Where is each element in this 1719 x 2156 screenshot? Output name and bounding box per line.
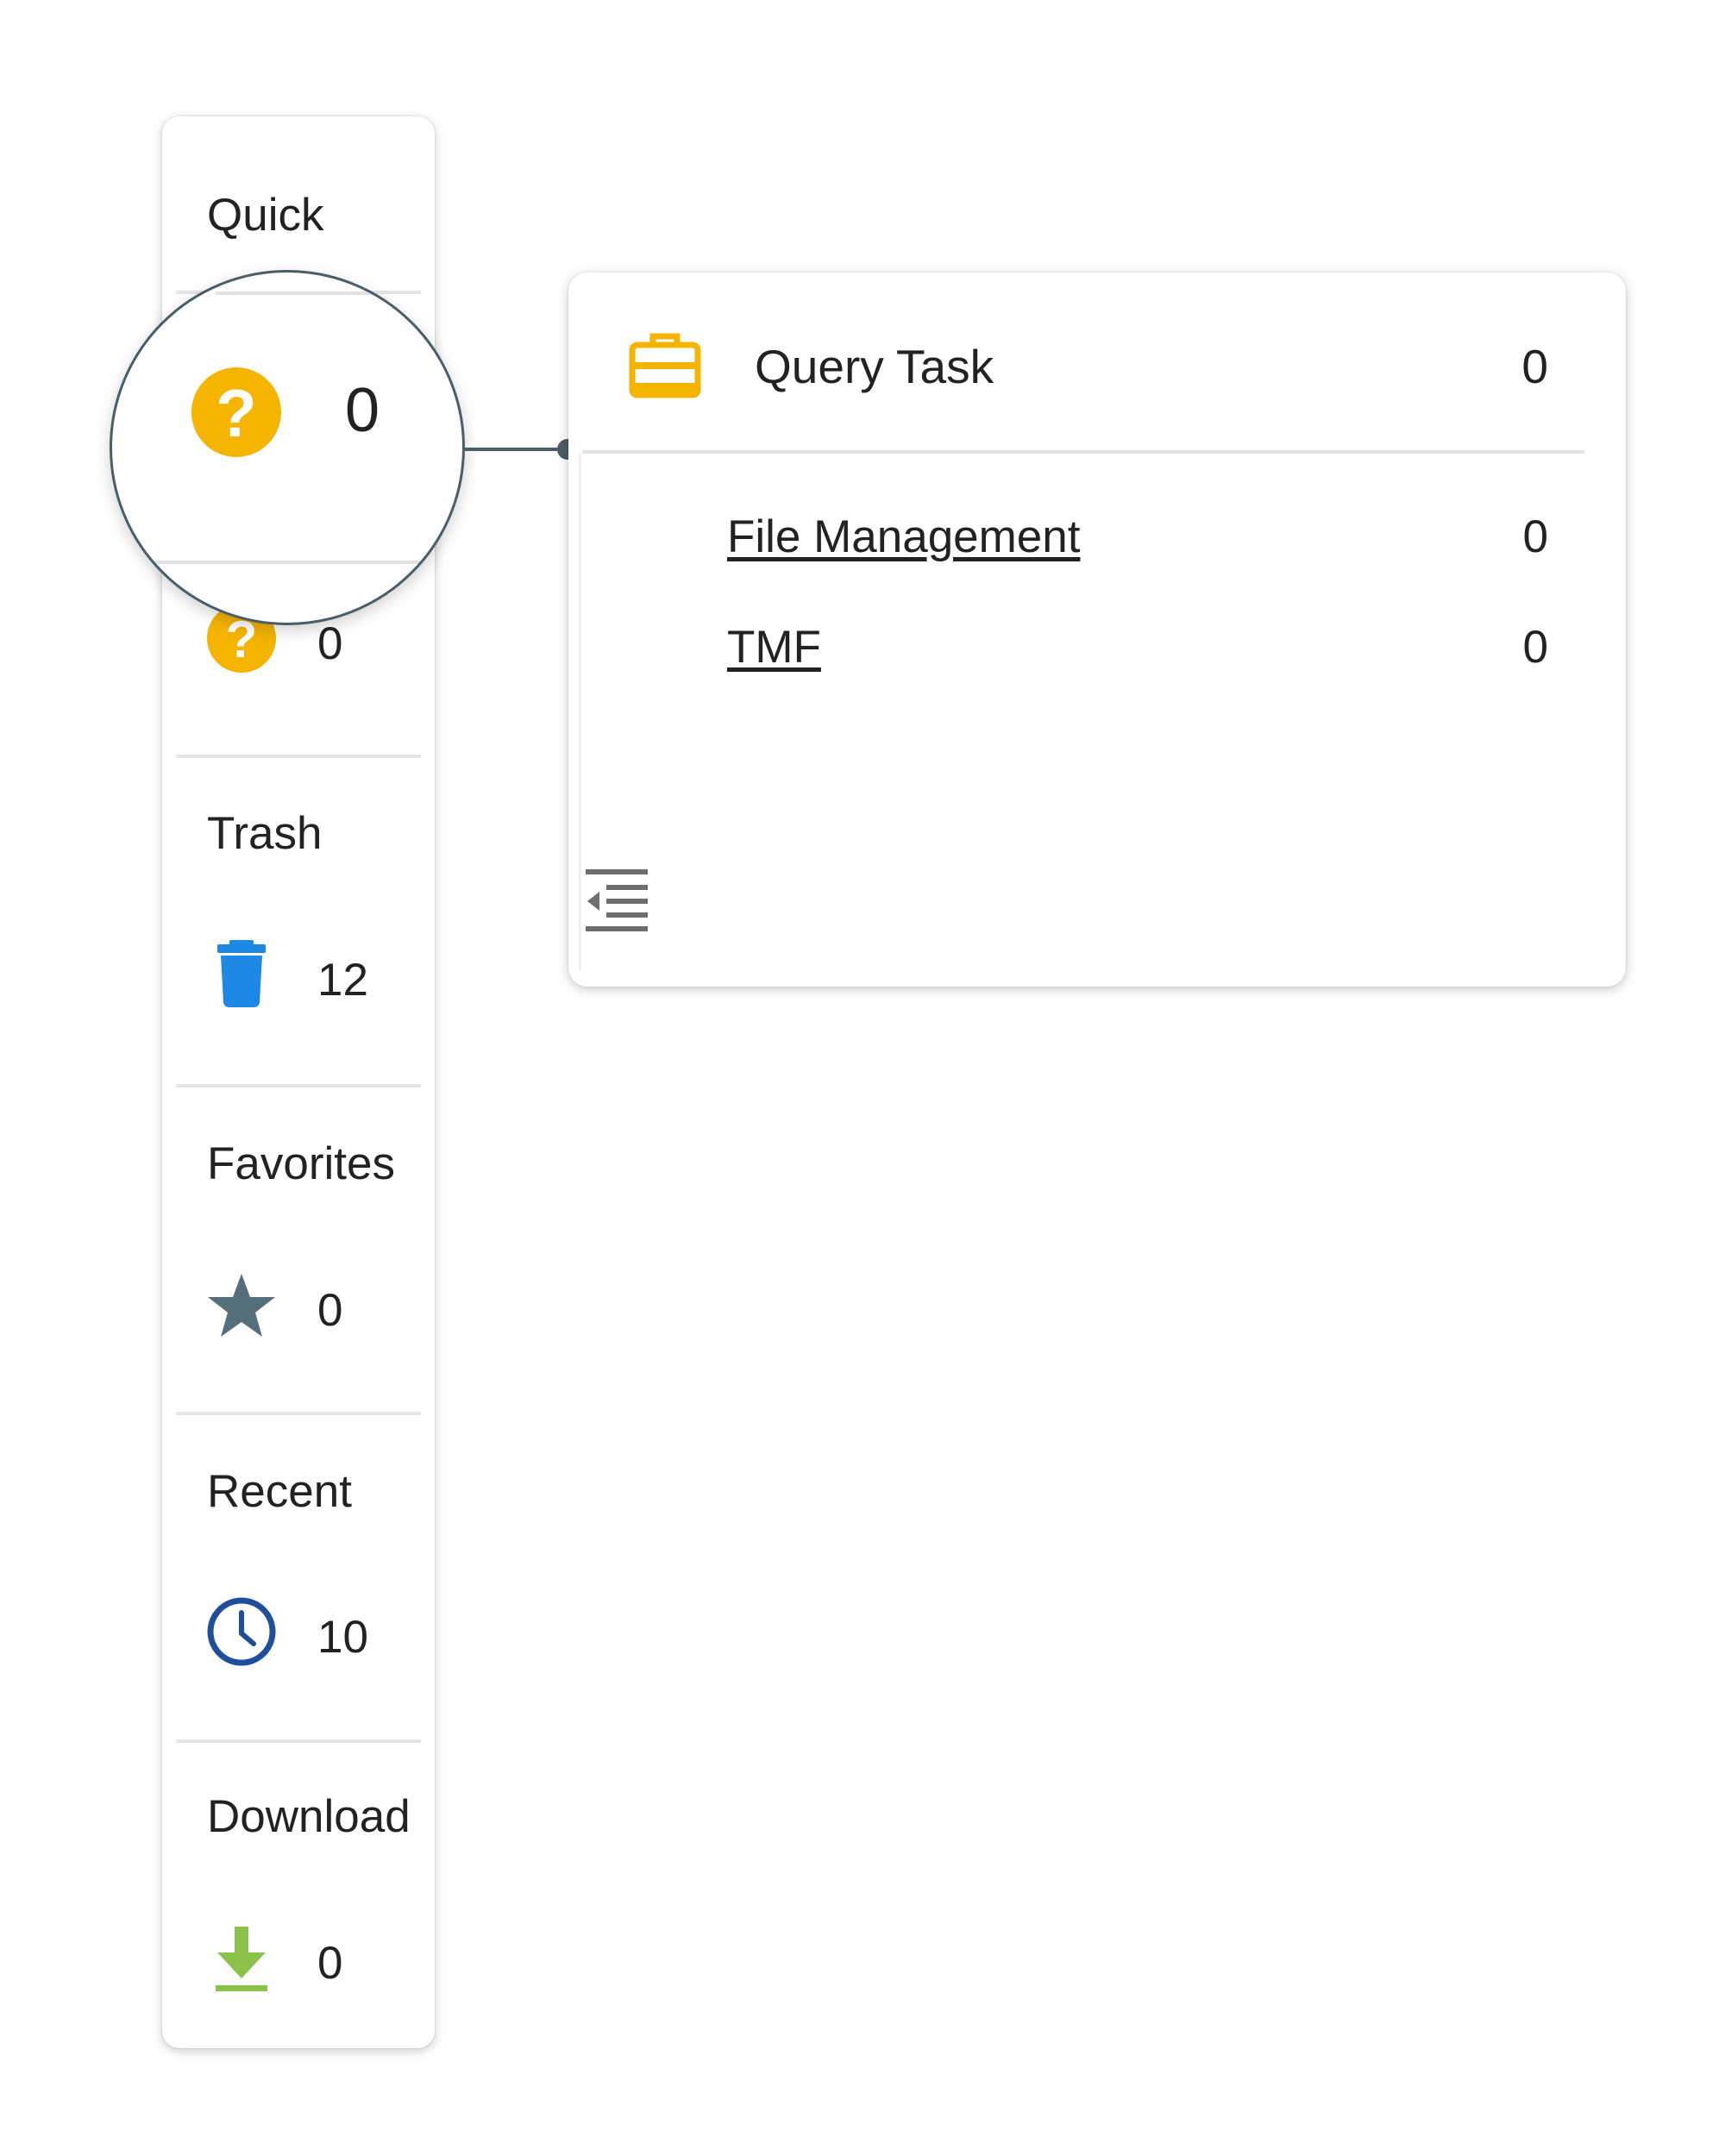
link-file-management[interactable]: File Management <box>727 514 1080 560</box>
panel-divider <box>582 450 1584 454</box>
query-count: 0 <box>317 618 343 669</box>
sidebar-item-download[interactable]: 0 <box>207 1923 414 2001</box>
help-circle-icon: ? <box>191 367 281 457</box>
section-title-quick: Quick <box>207 190 324 241</box>
sidebar-item-recent[interactable]: 10 <box>207 1597 414 1675</box>
collapse-menu-icon[interactable] <box>584 868 649 933</box>
section-title-trash: Trash <box>207 808 323 859</box>
trash-icon <box>217 940 266 1007</box>
download-count: 0 <box>317 1938 343 1989</box>
panel-title: Query Task <box>755 340 994 393</box>
recent-count: 10 <box>317 1612 368 1663</box>
panel-count: 0 <box>1521 340 1548 393</box>
callout-connector-line <box>465 448 568 451</box>
file-management-count: 0 <box>1522 511 1548 562</box>
star-icon <box>208 1274 275 1337</box>
tmf-count: 0 <box>1522 622 1548 673</box>
download-icon <box>216 1927 267 1991</box>
magnified-query-count: 0 <box>345 376 380 445</box>
sidebar-item-favorites[interactable]: 0 <box>207 1270 414 1348</box>
panel-edge <box>579 454 581 971</box>
favorites-count: 0 <box>317 1285 343 1336</box>
sidebar-item-trash[interactable]: 12 <box>207 940 414 1018</box>
section-title-download: Download <box>207 1791 411 1842</box>
trash-count: 12 <box>317 955 368 1006</box>
section-title-recent: Recent <box>207 1466 352 1517</box>
magnified-divider <box>112 561 462 564</box>
section-divider <box>176 1739 421 1743</box>
query-task-panel: Query Task 0 File Management 0 TMF 0 <box>568 273 1626 987</box>
clock-icon <box>207 1597 276 1666</box>
section-divider <box>176 755 421 758</box>
magnified-divider <box>216 291 423 295</box>
magnifier-callout: ? 0 <box>110 270 465 625</box>
section-title-favorites: Favorites <box>207 1138 395 1189</box>
link-tmf[interactable]: TMF <box>727 624 821 670</box>
section-divider <box>176 1412 421 1415</box>
briefcase-icon <box>629 333 701 398</box>
section-divider <box>176 1084 421 1087</box>
svg-text:?: ? <box>216 375 257 451</box>
